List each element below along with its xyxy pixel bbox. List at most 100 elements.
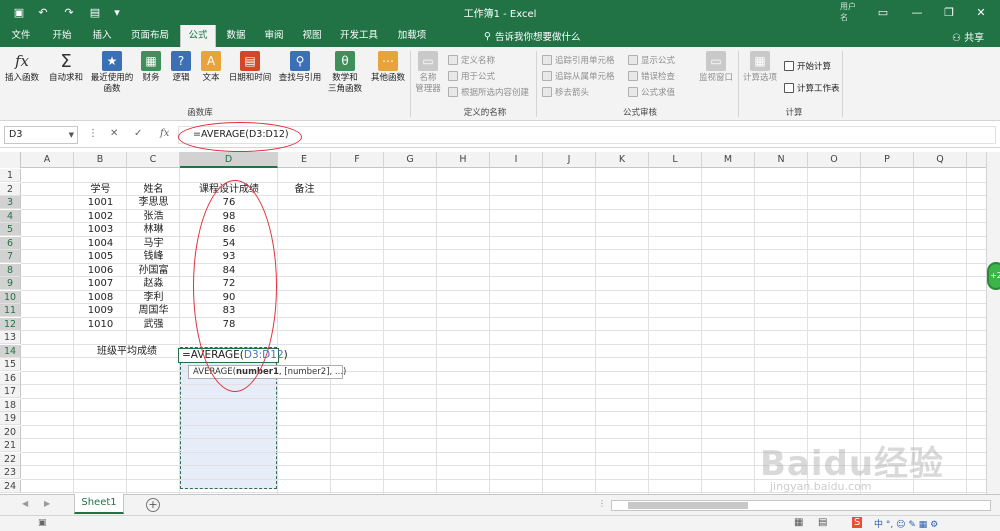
tab-file[interactable]: 文件: [4, 25, 38, 47]
side-badge[interactable]: +2: [987, 262, 1000, 290]
cell-student-name[interactable]: 张浩: [127, 210, 180, 223]
row-header-20[interactable]: 20: [0, 425, 21, 439]
prev-sheet-icon[interactable]: ◀: [22, 499, 28, 508]
cell-student-name[interactable]: 周国华: [127, 304, 180, 317]
column-header-q[interactable]: Q: [914, 152, 967, 168]
column-header-d[interactable]: D: [180, 152, 278, 168]
tab-addins[interactable]: 加载项: [390, 25, 434, 47]
vertical-scrollbar[interactable]: [986, 152, 1000, 494]
cell-student-name[interactable]: 马宇: [127, 237, 180, 250]
column-header-j[interactable]: J: [543, 152, 596, 168]
error-checking-button[interactable]: 错误检查: [628, 70, 675, 82]
cell-student-name[interactable]: 赵淼: [127, 277, 180, 290]
horizontal-scrollbar[interactable]: [611, 500, 991, 511]
cell-student-name[interactable]: 钱峰: [127, 250, 180, 263]
cell-student-id[interactable]: 1010: [74, 318, 127, 331]
ime-mode-icon[interactable]: 中 °, ☺ ✎ ▦ ⚙: [874, 517, 938, 530]
cell-student-name[interactable]: 武强: [127, 318, 180, 331]
more-functions-button[interactable]: ⋯ 其他函数: [366, 51, 410, 84]
insert-function-button[interactable]: fx 插入函数: [2, 51, 42, 84]
recent-functions-button[interactable]: ★ 最近使用的 函数: [86, 51, 138, 95]
normal-view-icon[interactable]: ▦: [794, 517, 803, 528]
name-box[interactable]: D3 ▼: [4, 126, 78, 144]
sheet-tab-sheet1[interactable]: Sheet1: [74, 494, 124, 514]
column-header-k[interactable]: K: [596, 152, 649, 168]
name-manager-button[interactable]: ▭ 名称 管理器: [412, 51, 444, 95]
cancel-icon[interactable]: ✕: [110, 128, 118, 139]
fx-icon[interactable]: fx: [160, 128, 169, 139]
column-header-g[interactable]: G: [384, 152, 437, 168]
row-header-16[interactable]: 16: [0, 371, 21, 385]
row-header-8[interactable]: 8: [0, 263, 21, 277]
row-header-23[interactable]: 23: [0, 466, 21, 479]
minimize-icon[interactable]: —: [906, 3, 928, 21]
row-header-13[interactable]: 13: [0, 331, 21, 344]
cell-student-id[interactable]: 1005: [74, 250, 127, 263]
next-sheet-icon[interactable]: ▶: [44, 499, 50, 508]
scroll-thumb[interactable]: [628, 502, 748, 509]
show-formulas-button[interactable]: 显示公式: [628, 54, 675, 66]
column-header-p[interactable]: P: [861, 152, 914, 168]
row-header-2[interactable]: 2: [0, 182, 21, 196]
maximize-icon[interactable]: ❐: [938, 3, 960, 21]
remove-arrows-button[interactable]: 移去箭头: [542, 86, 589, 98]
define-name-button[interactable]: 定义名称: [448, 54, 495, 66]
macro-record-icon[interactable]: ▣: [38, 518, 47, 528]
ime-icon[interactable]: S: [852, 517, 863, 528]
row-header-5[interactable]: 5: [0, 223, 21, 236]
tab-review[interactable]: 审阅: [258, 25, 290, 47]
evaluate-formula-button[interactable]: 公式求值: [628, 86, 675, 98]
calc-options-button[interactable]: ▦ 计算选项: [740, 51, 780, 84]
column-header-n[interactable]: N: [755, 152, 808, 168]
header-student-id[interactable]: 学号: [74, 183, 127, 196]
column-header-h[interactable]: H: [437, 152, 490, 168]
column-header-l[interactable]: L: [649, 152, 702, 168]
chevron-down-icon[interactable]: ▼: [69, 127, 74, 143]
row-header-18[interactable]: 18: [0, 398, 21, 412]
row-header-12[interactable]: 12: [0, 317, 21, 331]
row-header-22[interactable]: 22: [0, 452, 21, 466]
row-header-17[interactable]: 17: [0, 385, 21, 398]
row-header-19[interactable]: 19: [0, 412, 21, 425]
row-header-4[interactable]: 4: [0, 209, 21, 223]
cell-student-id[interactable]: 1003: [74, 223, 127, 236]
calculate-now-button[interactable]: 开始计算: [784, 60, 831, 72]
tab-insert[interactable]: 插入: [84, 25, 120, 47]
row-header-7[interactable]: 7: [0, 250, 21, 263]
ribbon-display-icon[interactable]: ▭: [872, 3, 894, 21]
lookup-button[interactable]: ⚲ 查找与引用: [276, 51, 324, 84]
row-header-21[interactable]: 21: [0, 439, 21, 452]
column-header-c[interactable]: C: [127, 152, 180, 168]
tell-me-box[interactable]: ⚲ 告诉我你想要做什么: [484, 29, 580, 44]
cell-student-name[interactable]: 李利: [127, 291, 180, 304]
header-note[interactable]: 备注: [278, 183, 331, 196]
row-header-10[interactable]: 10: [0, 290, 21, 304]
cell-student-name[interactable]: 李思思: [127, 196, 180, 209]
column-header-o[interactable]: O: [808, 152, 861, 168]
page-layout-view-icon[interactable]: ▤: [818, 517, 827, 528]
row-header-11[interactable]: 11: [0, 304, 21, 317]
column-header-i[interactable]: I: [490, 152, 543, 168]
cell-student-id[interactable]: 1002: [74, 210, 127, 223]
trace-precedents-button[interactable]: 追踪引用单元格: [542, 54, 615, 66]
close-icon[interactable]: ✕: [970, 3, 992, 21]
math-button[interactable]: θ 数学和 三角函数: [324, 51, 366, 95]
column-header-e[interactable]: E: [278, 152, 331, 168]
enter-icon[interactable]: ✓: [134, 128, 142, 139]
create-from-selection-button[interactable]: 根据所选内容创建: [448, 86, 529, 98]
row-header-15[interactable]: 15: [0, 358, 21, 371]
autosum-button[interactable]: Σ 自动求和: [46, 51, 86, 84]
tab-home[interactable]: 开始: [44, 25, 80, 47]
cell-student-id[interactable]: 1006: [74, 264, 127, 277]
row-header-3[interactable]: 3: [0, 196, 21, 209]
cell-student-id[interactable]: 1004: [74, 237, 127, 250]
trace-dependents-button[interactable]: 追踪从属单元格: [542, 70, 615, 82]
column-header-a[interactable]: A: [21, 152, 74, 168]
cell-student-id[interactable]: 1001: [74, 196, 127, 209]
column-header-f[interactable]: F: [331, 152, 384, 168]
header-name[interactable]: 姓名: [127, 183, 180, 196]
row-header-9[interactable]: 9: [0, 277, 21, 290]
sheet-options-icon[interactable]: ⋮: [598, 499, 606, 508]
tab-data[interactable]: 数据: [220, 25, 252, 47]
cell-student-id[interactable]: 1007: [74, 277, 127, 290]
